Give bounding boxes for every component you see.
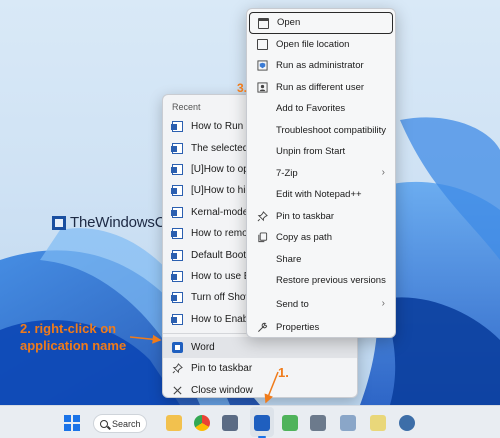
menu-item-label: Edit with Notepad++ [276, 189, 362, 201]
copy-icon [258, 232, 268, 243]
menu-item-edit-with-notepad[interactable]: Edit with Notepad++ [247, 184, 395, 206]
folder-location-icon [257, 38, 268, 50]
menu-item-label: Add to Favorites [276, 103, 346, 115]
menu-item-run-as-administrator[interactable]: Run as administrator [247, 55, 395, 77]
menu-item-open-file-location[interactable]: Open file location [247, 34, 395, 56]
word-document-icon [171, 249, 183, 261]
menu-item-restore-previous-versions[interactable]: Restore previous versions [247, 270, 395, 292]
word-app-icon [172, 342, 183, 354]
pin-icon [257, 210, 268, 221]
menu-item-label: Properties [276, 322, 320, 334]
jump-list-close-label: Close window [191, 384, 253, 396]
word-document-icon [171, 270, 183, 282]
recent-item-label: Kernal-mode [191, 206, 249, 218]
chrome-icon[interactable] [194, 415, 210, 431]
snipping-tool-icon[interactable] [222, 415, 238, 431]
step-3-annotation: 3. [237, 81, 248, 95]
word-context-menu: Open Open file location Run as administr… [246, 8, 396, 338]
word-document-icon [171, 142, 183, 154]
word-document-icon [171, 206, 183, 218]
menu-item-label: 7-Zip [276, 167, 298, 179]
word-document-icon [171, 163, 183, 175]
taskbar-search[interactable]: Search [93, 414, 147, 433]
menu-item-label: Pin to taskbar [276, 210, 335, 222]
menu-item-send-to[interactable]: Send to › [247, 294, 395, 316]
close-icon [173, 386, 182, 395]
menu-item-label: Troubleshoot compatibility [276, 124, 387, 136]
word-document-icon [171, 185, 183, 197]
menu-item-label: Restore previous versions [276, 275, 386, 287]
menu-item-run-as-different-user[interactable]: Run as different user [247, 77, 395, 99]
wrench-icon [258, 322, 268, 332]
jump-list-app-label: Word [191, 342, 215, 354]
word-taskbar-icon[interactable] [254, 415, 270, 431]
search-icon [100, 419, 108, 428]
menu-item-label: Run as different user [276, 81, 365, 93]
menu-item-label: Run as administrator [276, 60, 364, 72]
menu-item-troubleshoot-compatibility[interactable]: Troubleshoot compatibility [247, 120, 395, 142]
word-document-icon [171, 292, 183, 304]
menu-item-share[interactable]: Share [247, 249, 395, 271]
photos-icon[interactable] [340, 415, 356, 431]
menu-item-unpin-from-start[interactable]: Unpin from Start [247, 141, 395, 163]
menu-item-label: Open [277, 17, 301, 29]
settings-gear-icon[interactable] [399, 415, 415, 431]
recent-item-label: How to Enabl [191, 313, 251, 325]
menu-item-add-to-favorites[interactable]: Add to Favorites [247, 98, 395, 120]
word-document-icon [171, 228, 183, 240]
jump-list-close-window[interactable]: Close window [163, 380, 357, 397]
shield-icon [257, 60, 268, 71]
menu-item-copy-as-path[interactable]: Copy as path [247, 227, 395, 249]
paint-icon[interactable] [282, 415, 298, 431]
calculator-icon[interactable] [310, 415, 326, 431]
taskbar: Search [0, 405, 500, 438]
notepad-icon[interactable] [370, 415, 386, 431]
chevron-right-icon: › [381, 297, 385, 309]
open-window-icon [258, 18, 269, 29]
menu-item-label: Share [276, 253, 302, 265]
menu-item-label: Copy as path [276, 232, 332, 244]
step-2-annotation: 2. right-click on application name [20, 321, 127, 353]
search-label: Search [112, 418, 141, 429]
word-document-icon [171, 313, 183, 325]
chevron-right-icon: › [381, 166, 385, 178]
menu-item-pin-to-taskbar[interactable]: Pin to taskbar [247, 206, 395, 228]
menu-item-label: Send to [276, 298, 309, 310]
file-explorer-icon[interactable] [166, 415, 182, 431]
recent-item-label: [U]How to hic [191, 185, 251, 197]
menu-item-label: Unpin from Start [276, 146, 346, 158]
recent-item-label: [U]How to op [191, 163, 249, 175]
recent-item-label: How to use Er [191, 270, 254, 282]
start-button[interactable] [64, 415, 80, 431]
word-document-icon [171, 121, 183, 133]
windows-logo-icon [64, 415, 71, 422]
jump-list-pin-label: Pin to taskbar [191, 363, 253, 375]
jump-list-pin-to-taskbar[interactable]: Pin to taskbar [163, 358, 357, 379]
thewindowsclub-logo-icon [52, 215, 66, 230]
step-1-annotation: 1. [278, 365, 289, 380]
pin-icon [172, 363, 183, 374]
recent-item-label: How to remov [191, 228, 253, 240]
menu-item-open[interactable]: Open [249, 12, 393, 34]
menu-item-label: Open file location [276, 38, 350, 50]
recent-item-label: Turn off Show [191, 292, 253, 304]
user-run-icon [257, 81, 268, 93]
menu-item-7zip[interactable]: 7-Zip › [247, 163, 395, 185]
menu-item-properties[interactable]: Properties [247, 317, 395, 339]
jump-list-app-word[interactable]: Word [163, 336, 357, 359]
recent-item-label: How to Run a [191, 121, 252, 133]
